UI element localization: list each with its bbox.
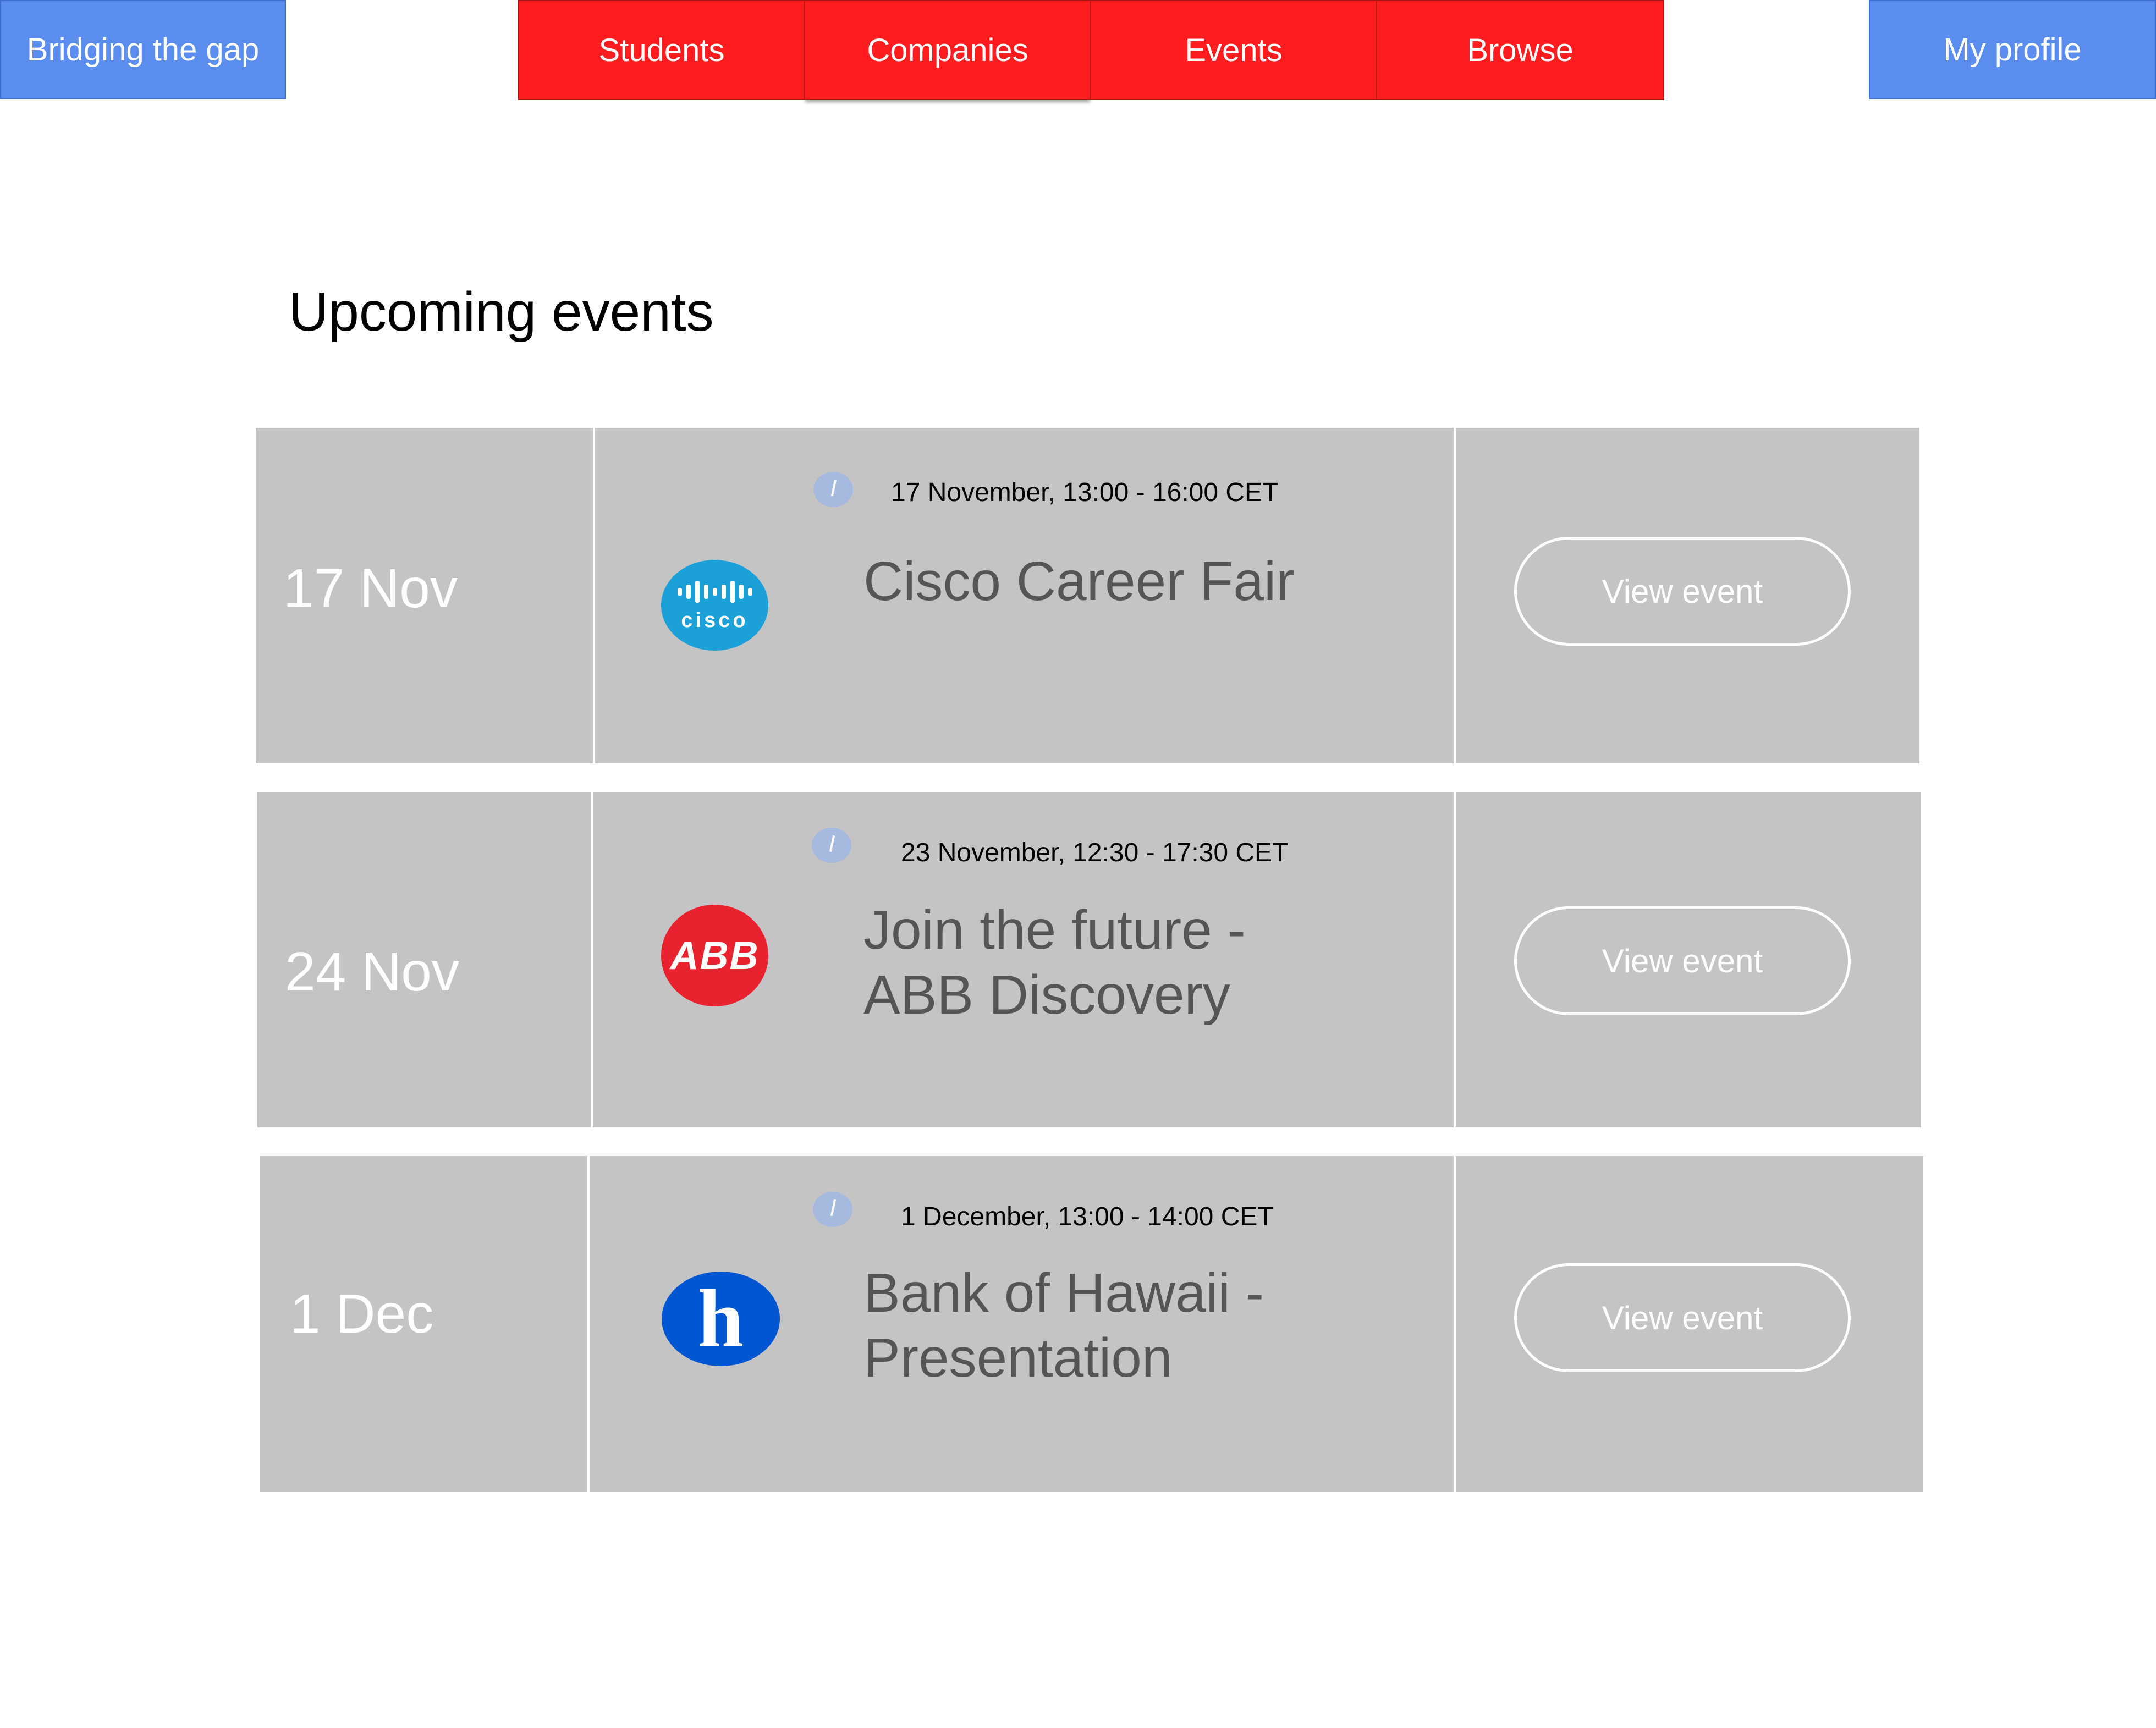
profile-label: My profile [1943, 31, 2082, 68]
event-time: 17 November, 13:00 - 16:00 CET [891, 478, 1279, 507]
card-divider [587, 1156, 590, 1492]
cisco-logo-icon: cisco [661, 560, 768, 651]
view-event-button[interactable]: View event [1514, 1263, 1851, 1372]
view-event-button[interactable]: View event [1514, 537, 1851, 646]
nav-tab-label: Students [598, 32, 725, 68]
card-divider [1454, 792, 1456, 1127]
event-title-line: Presentation [864, 1327, 1173, 1389]
event-time: 1 December, 13:00 - 14:00 CET [901, 1202, 1274, 1231]
abb-logo-icon: ABB [661, 905, 768, 1006]
event-title-line: ABB Discovery [864, 964, 1230, 1026]
abb-logo-text: ABB [670, 933, 760, 978]
card-divider [591, 792, 593, 1127]
nav-tab-label: Browse [1467, 32, 1574, 68]
nav-tab-label: Events [1185, 32, 1283, 68]
event-time: 23 November, 12:30 - 17:30 CET [901, 838, 1289, 867]
event-date: 1 Dec [290, 1283, 434, 1345]
bank-of-hawaii-logo-text: h [697, 1273, 744, 1364]
event-title-line: Bank of Hawaii - [864, 1262, 1264, 1324]
cisco-logo-text: cisco [681, 609, 749, 632]
event-card-cisco: 17 Nov 17 November, 13:00 - 16:00 CET ci… [256, 428, 1920, 763]
my-profile-button[interactable]: My profile [1869, 0, 2156, 99]
nav-tab-students[interactable]: Students [518, 0, 805, 100]
card-divider [1454, 428, 1456, 763]
clock-icon [813, 1192, 853, 1227]
event-date: 24 Nov [285, 941, 459, 1003]
event-title: Bank of Hawaii - Presentation [864, 1261, 1264, 1390]
nav-tab-companies[interactable]: Companies [804, 0, 1091, 100]
event-title: Cisco Career Fair [864, 551, 1295, 612]
cisco-bars-icon [677, 578, 752, 606]
card-divider [1454, 1156, 1456, 1492]
brand-label: Bridging the gap [26, 31, 260, 68]
event-date: 17 Nov [283, 558, 458, 619]
bank-of-hawaii-logo-icon: h [662, 1272, 780, 1366]
brand-button[interactable]: Bridging the gap [0, 0, 286, 99]
event-title: Join the future - ABB Discovery [864, 898, 1246, 1027]
page-title: Upcoming events [289, 281, 714, 343]
event-title-line: Join the future - [864, 899, 1246, 961]
clock-icon [812, 828, 851, 863]
nav-tab-browse[interactable]: Browse [1376, 0, 1664, 100]
clock-icon [813, 472, 853, 507]
event-card-abb: 24 Nov 23 November, 12:30 - 17:30 CET AB… [257, 792, 1921, 1127]
card-divider [593, 428, 595, 763]
view-event-button[interactable]: View event [1514, 906, 1851, 1015]
nav-tab-events[interactable]: Events [1090, 0, 1377, 100]
nav-tab-label: Companies [867, 32, 1028, 68]
event-card-bank-of-hawaii: 1 Dec 1 December, 13:00 - 14:00 CET h Ba… [260, 1156, 1923, 1492]
